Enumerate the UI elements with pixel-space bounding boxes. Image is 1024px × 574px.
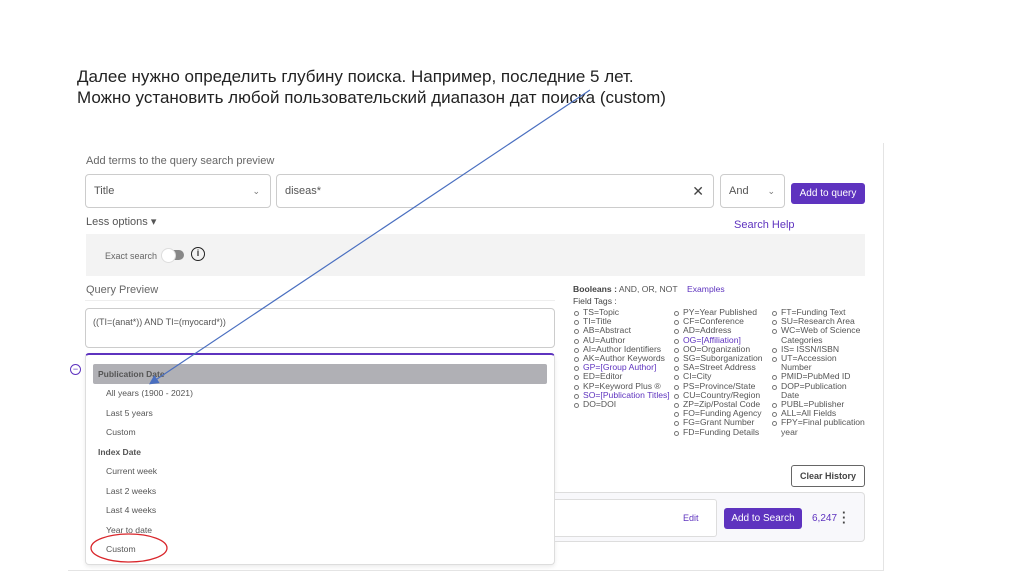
highlight-circle xyxy=(90,533,168,563)
annotation-layer xyxy=(90,89,591,563)
annotation-arrow xyxy=(149,89,591,385)
